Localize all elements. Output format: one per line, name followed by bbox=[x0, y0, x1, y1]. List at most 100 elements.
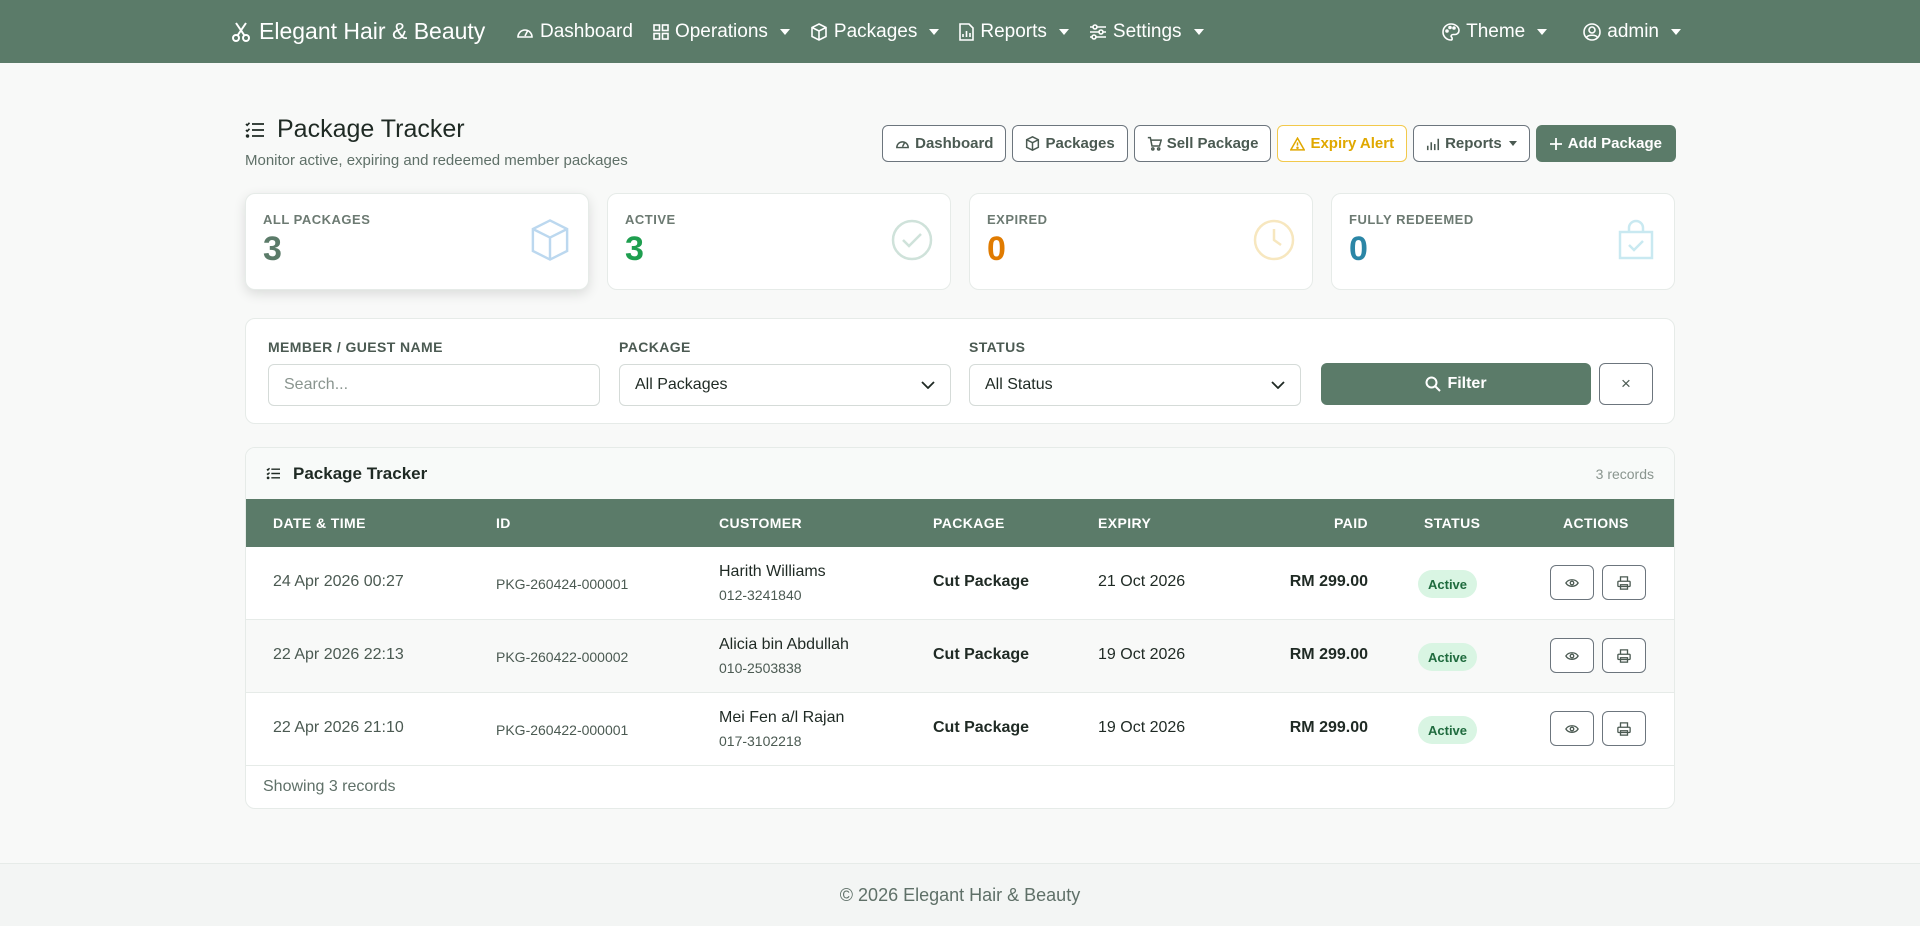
table-header: DATE & TIME ID CUSTOMER PACKAGE EXPIRY P… bbox=[246, 499, 1674, 547]
nav-operations[interactable]: Operations bbox=[653, 21, 790, 43]
file-chart-icon bbox=[959, 22, 975, 41]
expiry-alert-button[interactable]: Expiry Alert bbox=[1277, 125, 1408, 162]
col-status[interactable]: STATUS bbox=[1424, 515, 1480, 531]
package-table-card: Package Tracker 3 records DATE & TIME ID… bbox=[245, 447, 1675, 809]
stat-value: 0 bbox=[987, 230, 1006, 268]
member-filter-group: MEMBER / GUEST NAME Search... bbox=[268, 339, 600, 406]
nav-packages[interactable]: Packages bbox=[810, 20, 940, 43]
nav-user-label: admin bbox=[1607, 20, 1659, 42]
stat-value: 3 bbox=[625, 230, 644, 268]
customer-name: Mei Fen a/l Rajan bbox=[719, 709, 845, 726]
cart-icon bbox=[1147, 136, 1162, 151]
cell-date: 22 Apr 2026 22:13 bbox=[273, 646, 404, 663]
package-select[interactable]: All Packages bbox=[619, 364, 951, 406]
status-badge: Active bbox=[1418, 643, 1478, 671]
cell-expiry: 19 Oct 2026 bbox=[1098, 646, 1186, 663]
customer-name: Harith Williams bbox=[719, 563, 826, 580]
row-actions bbox=[1550, 638, 1646, 673]
chevron-down-icon bbox=[921, 381, 935, 389]
header-actions: Dashboard Packages Sell Package Expiry A… bbox=[882, 125, 1676, 162]
col-expiry[interactable]: EXPIRY bbox=[1098, 515, 1151, 531]
brand-link[interactable]: Elegant Hair & Beauty bbox=[231, 0, 485, 63]
box-icon bbox=[528, 218, 572, 267]
table-row[interactable]: 22 Apr 2026 21:10 PKG-260422-000001 Mei … bbox=[246, 693, 1674, 766]
status-filter-label: STATUS bbox=[969, 339, 1026, 355]
page-footer: © 2026 Elegant Hair & Beauty bbox=[0, 863, 1920, 926]
col-package[interactable]: PACKAGE bbox=[933, 515, 1005, 531]
bag-check-icon bbox=[1614, 218, 1658, 267]
member-search-placeholder: Search... bbox=[284, 376, 349, 393]
nav-settings[interactable]: Settings bbox=[1089, 21, 1204, 43]
cell-id: PKG-260422-000001 bbox=[496, 722, 629, 738]
nav-dashboard-label: Dashboard bbox=[540, 20, 633, 42]
brand-name: Elegant Hair & Beauty bbox=[259, 18, 486, 44]
chevron-down-icon bbox=[1193, 28, 1204, 35]
expiry-alert-button-label: Expiry Alert bbox=[1310, 135, 1395, 152]
eye-icon bbox=[1565, 578, 1579, 588]
status-badge: Active bbox=[1418, 570, 1478, 598]
packages-button[interactable]: Packages bbox=[1012, 125, 1128, 162]
filter-button[interactable]: Filter bbox=[1321, 363, 1591, 405]
add-package-button[interactable]: Add Package bbox=[1535, 125, 1676, 162]
table-row[interactable]: 22 Apr 2026 22:13 PKG-260422-000002 Alic… bbox=[246, 620, 1674, 693]
nav-settings-label: Settings bbox=[1112, 20, 1182, 42]
add-package-button-label: Add Package bbox=[1567, 135, 1662, 152]
status-badge: Active bbox=[1418, 716, 1478, 744]
footer-copyright: © 2026 Elegant Hair & Beauty bbox=[839, 884, 1081, 905]
col-date[interactable]: DATE & TIME bbox=[273, 515, 366, 531]
nav-packages-label: Packages bbox=[833, 20, 918, 42]
list-check-icon bbox=[245, 121, 265, 139]
dashboard-button[interactable]: Dashboard bbox=[882, 125, 1007, 162]
grid-icon bbox=[653, 23, 669, 40]
clear-filter-button[interactable]: × bbox=[1599, 363, 1653, 405]
printer-icon bbox=[1617, 721, 1631, 736]
customer-phone: 012-3241840 bbox=[719, 587, 802, 603]
cell-customer: Alicia bin Abdullah 010-2503838 bbox=[719, 636, 849, 676]
page-title-text: Package Tracker bbox=[277, 115, 465, 143]
stat-card-expired[interactable]: EXPIRED 0 bbox=[969, 193, 1313, 290]
cell-expiry: 19 Oct 2026 bbox=[1098, 719, 1186, 736]
status-select[interactable]: All Status bbox=[969, 364, 1301, 406]
package-filter-group: PACKAGE All Packages bbox=[619, 339, 951, 406]
table-footer-text: Showing 3 records bbox=[263, 778, 396, 795]
print-button[interactable] bbox=[1602, 638, 1646, 673]
member-filter-label: MEMBER / GUEST NAME bbox=[268, 339, 443, 355]
stat-card-active[interactable]: ACTIVE 3 bbox=[607, 193, 951, 290]
reports-dropdown-button[interactable]: Reports bbox=[1413, 125, 1530, 162]
col-id[interactable]: ID bbox=[496, 515, 511, 531]
cell-id: PKG-260422-000002 bbox=[496, 649, 629, 665]
member-search-input[interactable]: Search... bbox=[268, 364, 600, 406]
nav-dashboard[interactable]: Dashboard bbox=[516, 21, 633, 43]
cell-expiry: 21 Oct 2026 bbox=[1098, 573, 1186, 590]
sliders-icon bbox=[1089, 23, 1107, 40]
box-icon bbox=[1025, 136, 1040, 151]
print-button[interactable] bbox=[1602, 565, 1646, 600]
page-header: Package Tracker Monitor active, expiring… bbox=[245, 115, 628, 169]
stat-card-fully-redeemed[interactable]: FULLY REDEEMED 0 bbox=[1331, 193, 1675, 290]
print-button[interactable] bbox=[1602, 711, 1646, 746]
view-button[interactable] bbox=[1550, 565, 1594, 600]
gauge-icon bbox=[516, 24, 534, 40]
nav-reports-label: Reports bbox=[980, 20, 1047, 42]
nav-reports[interactable]: Reports bbox=[959, 21, 1069, 43]
sell-package-button[interactable]: Sell Package bbox=[1133, 125, 1272, 162]
view-button[interactable] bbox=[1550, 711, 1594, 746]
nav-theme-label: Theme bbox=[1466, 20, 1526, 42]
nav-theme[interactable]: Theme bbox=[1442, 20, 1548, 43]
search-icon bbox=[1425, 376, 1442, 392]
navbar: Elegant Hair & Beauty Dashboard Operatio… bbox=[0, 0, 1920, 63]
col-customer[interactable]: CUSTOMER bbox=[719, 515, 802, 531]
chevron-down-icon bbox=[779, 28, 790, 35]
nav-user[interactable]: admin bbox=[1583, 21, 1681, 43]
chevron-down-icon bbox=[1058, 28, 1069, 35]
table-row[interactable]: 24 Apr 2026 00:27 PKG-260424-000001 Hari… bbox=[246, 547, 1674, 620]
cell-id: PKG-260424-000001 bbox=[496, 576, 629, 592]
view-button[interactable] bbox=[1550, 638, 1594, 673]
box-icon bbox=[810, 22, 828, 41]
bar-chart-icon bbox=[1426, 137, 1440, 151]
stat-label: EXPIRED bbox=[987, 212, 1048, 227]
col-paid[interactable]: PAID bbox=[1334, 515, 1368, 531]
stat-card-all-packages[interactable]: ALL PACKAGES 3 bbox=[245, 193, 589, 290]
col-actions: ACTIONS bbox=[1563, 515, 1629, 531]
sell-package-button-label: Sell Package bbox=[1166, 135, 1259, 152]
